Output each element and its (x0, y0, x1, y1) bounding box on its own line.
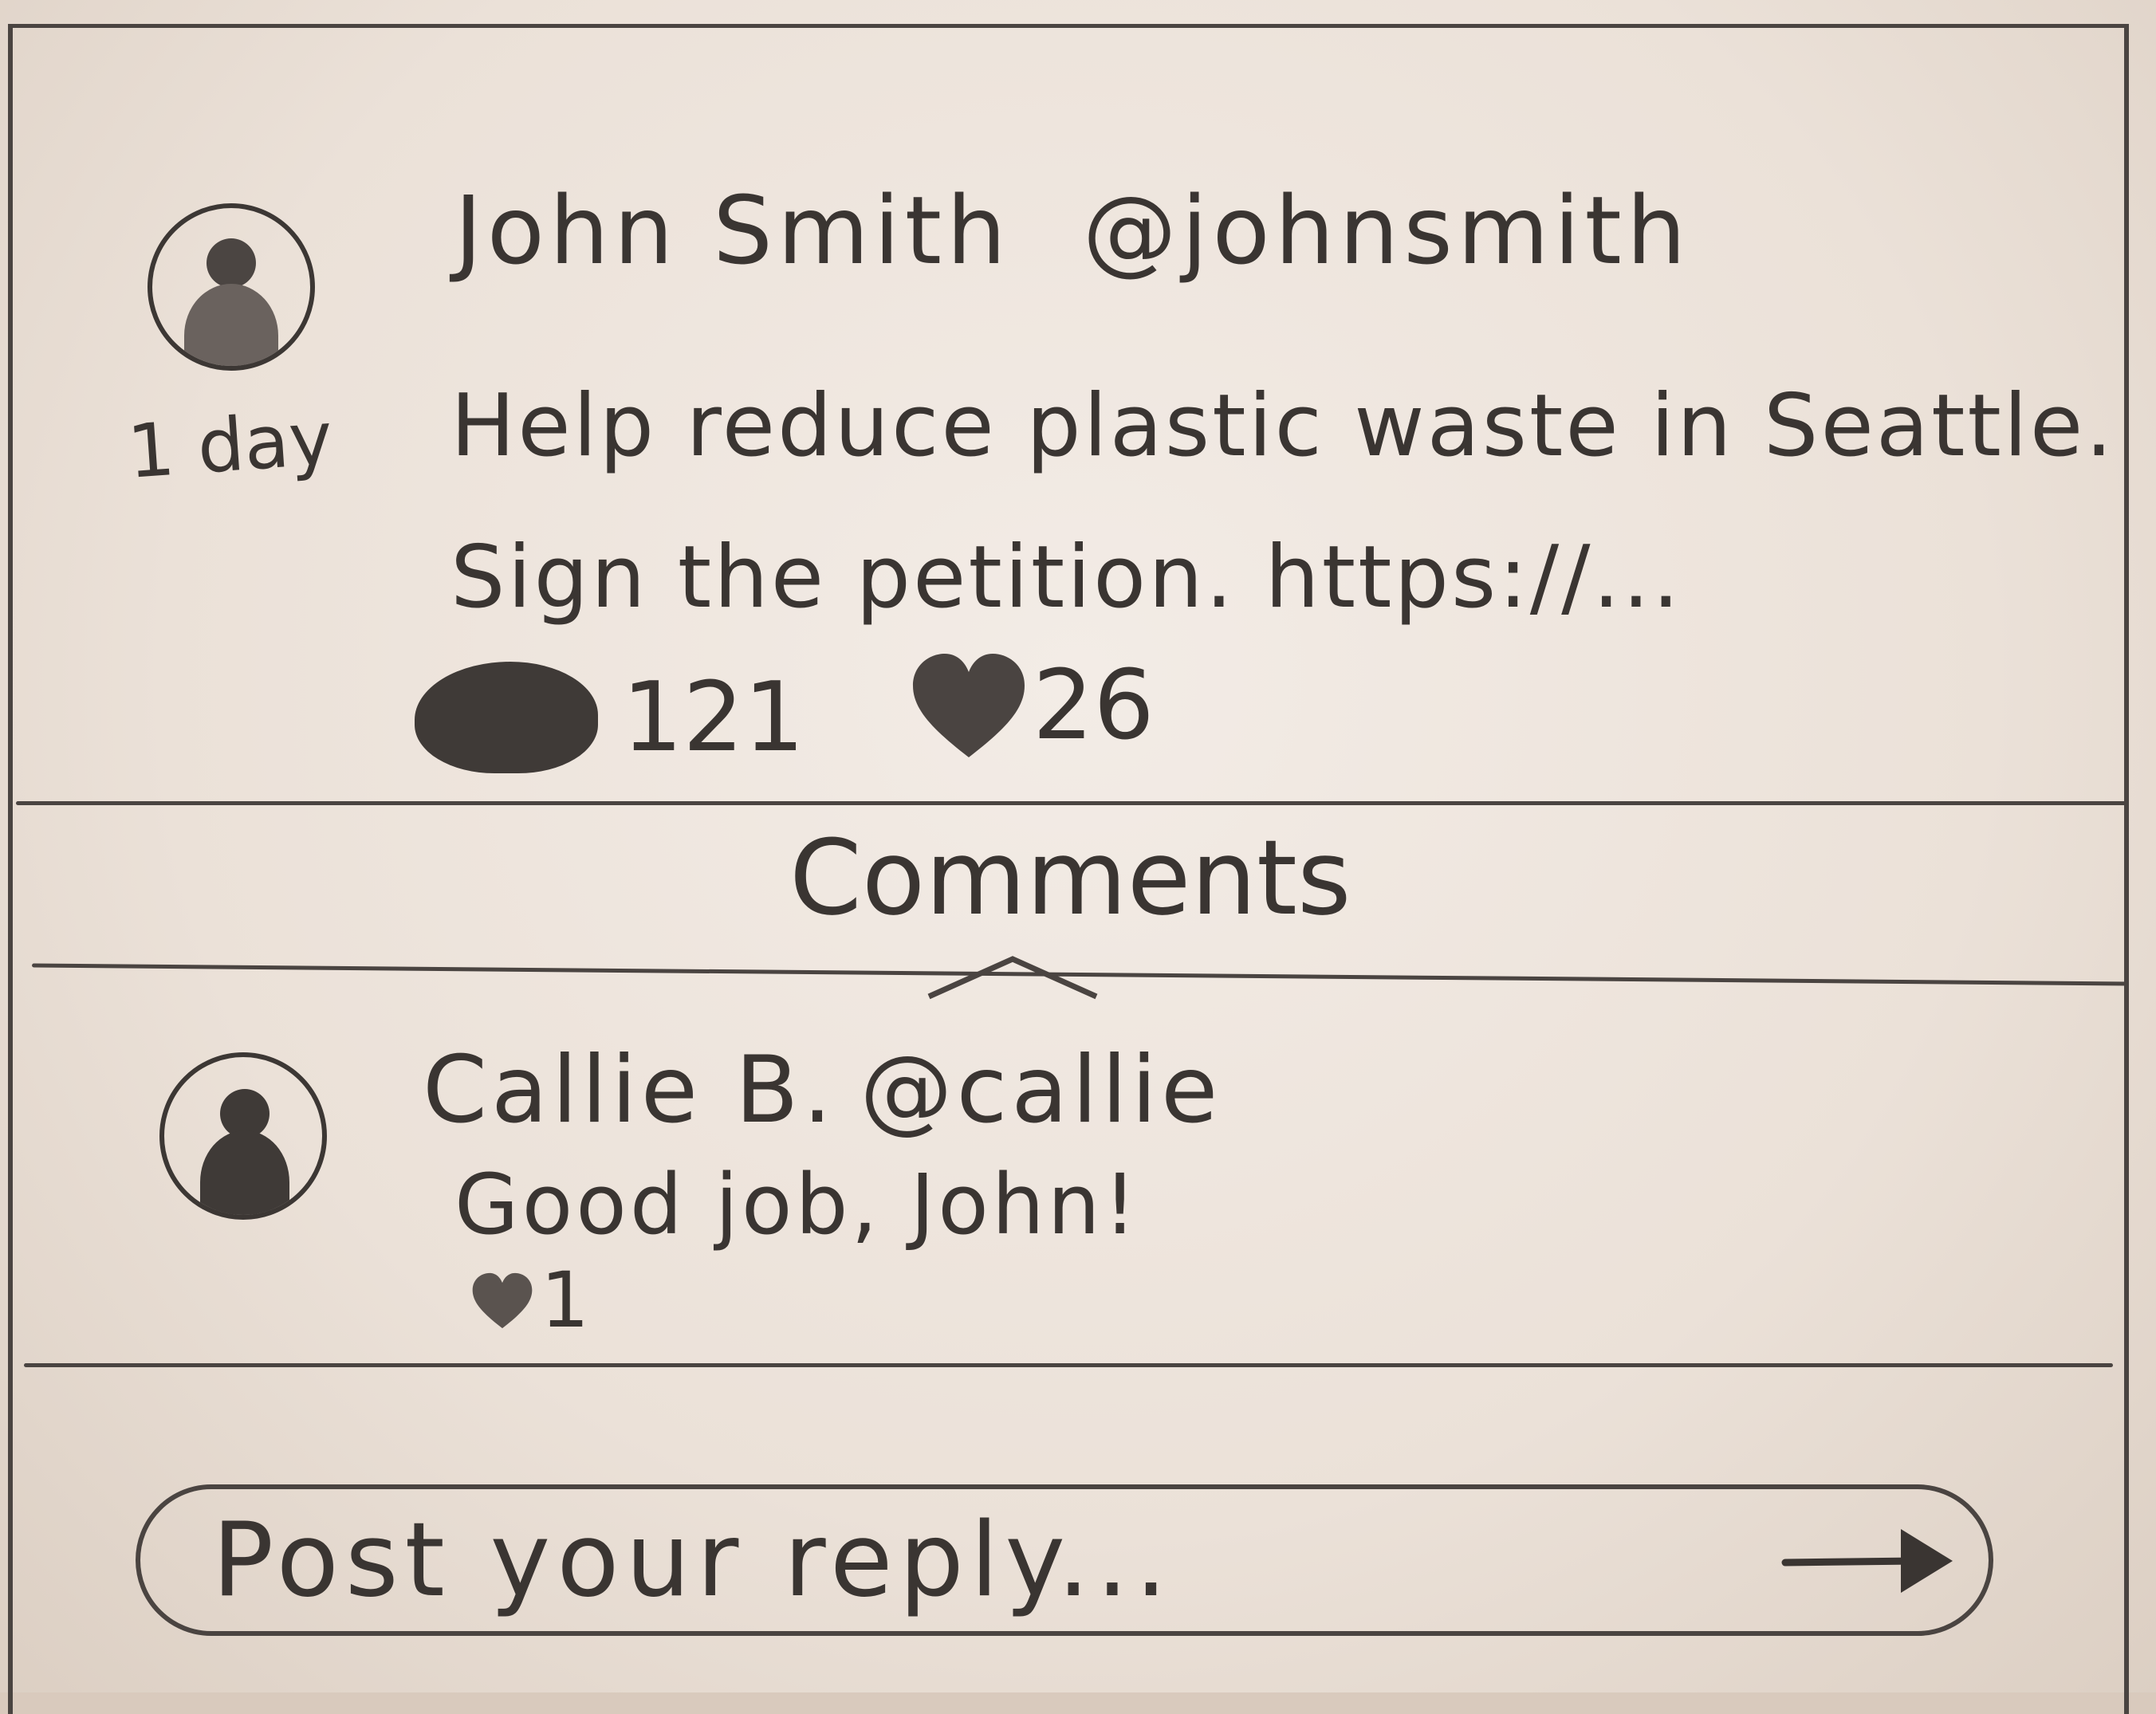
reply-input[interactable]: Post your reply... (136, 1484, 1993, 1636)
avatar-body (184, 284, 278, 366)
like-button[interactable]: 26 (909, 650, 1155, 761)
chevron-up-icon[interactable] (925, 953, 1100, 1000)
post-time: 1 day (124, 395, 336, 495)
reply-placeholder: Post your reply... (212, 1500, 1174, 1620)
avatar-head (207, 238, 256, 288)
comment-text: Good job, John! (454, 1156, 1140, 1253)
divider (24, 1363, 2113, 1367)
like-count: 26 (1033, 650, 1155, 761)
comment-author-avatar[interactable] (159, 1052, 327, 1220)
comment-author[interactable]: Callie B. @callie (423, 1036, 1222, 1144)
post-text: Help reduce plastic waste in Seattle. Si… (450, 376, 2115, 627)
divider (16, 801, 2129, 805)
comment-like-count: 1 (541, 1256, 590, 1345)
arrow-right-icon[interactable] (1781, 1521, 1957, 1601)
comment-count-button[interactable]: 121 (415, 662, 805, 773)
comment-author-name: Callie B. (423, 1036, 836, 1144)
post-author-name: John Smith (454, 175, 1011, 285)
speech-bubble-icon (415, 662, 598, 773)
heart-icon (472, 1272, 533, 1328)
post-author-handle: @johnsmith (1082, 175, 1691, 285)
comments-header[interactable]: Comments (789, 817, 1351, 938)
post-author[interactable]: John Smith @johnsmith (454, 175, 1691, 285)
comment-author-handle: @callie (860, 1036, 1222, 1144)
comment-like-button[interactable]: 1 (470, 1256, 589, 1345)
comment-count: 121 (622, 662, 805, 773)
post-author-avatar[interactable] (148, 203, 315, 371)
avatar-body (200, 1130, 289, 1215)
heart-icon (913, 654, 1025, 757)
